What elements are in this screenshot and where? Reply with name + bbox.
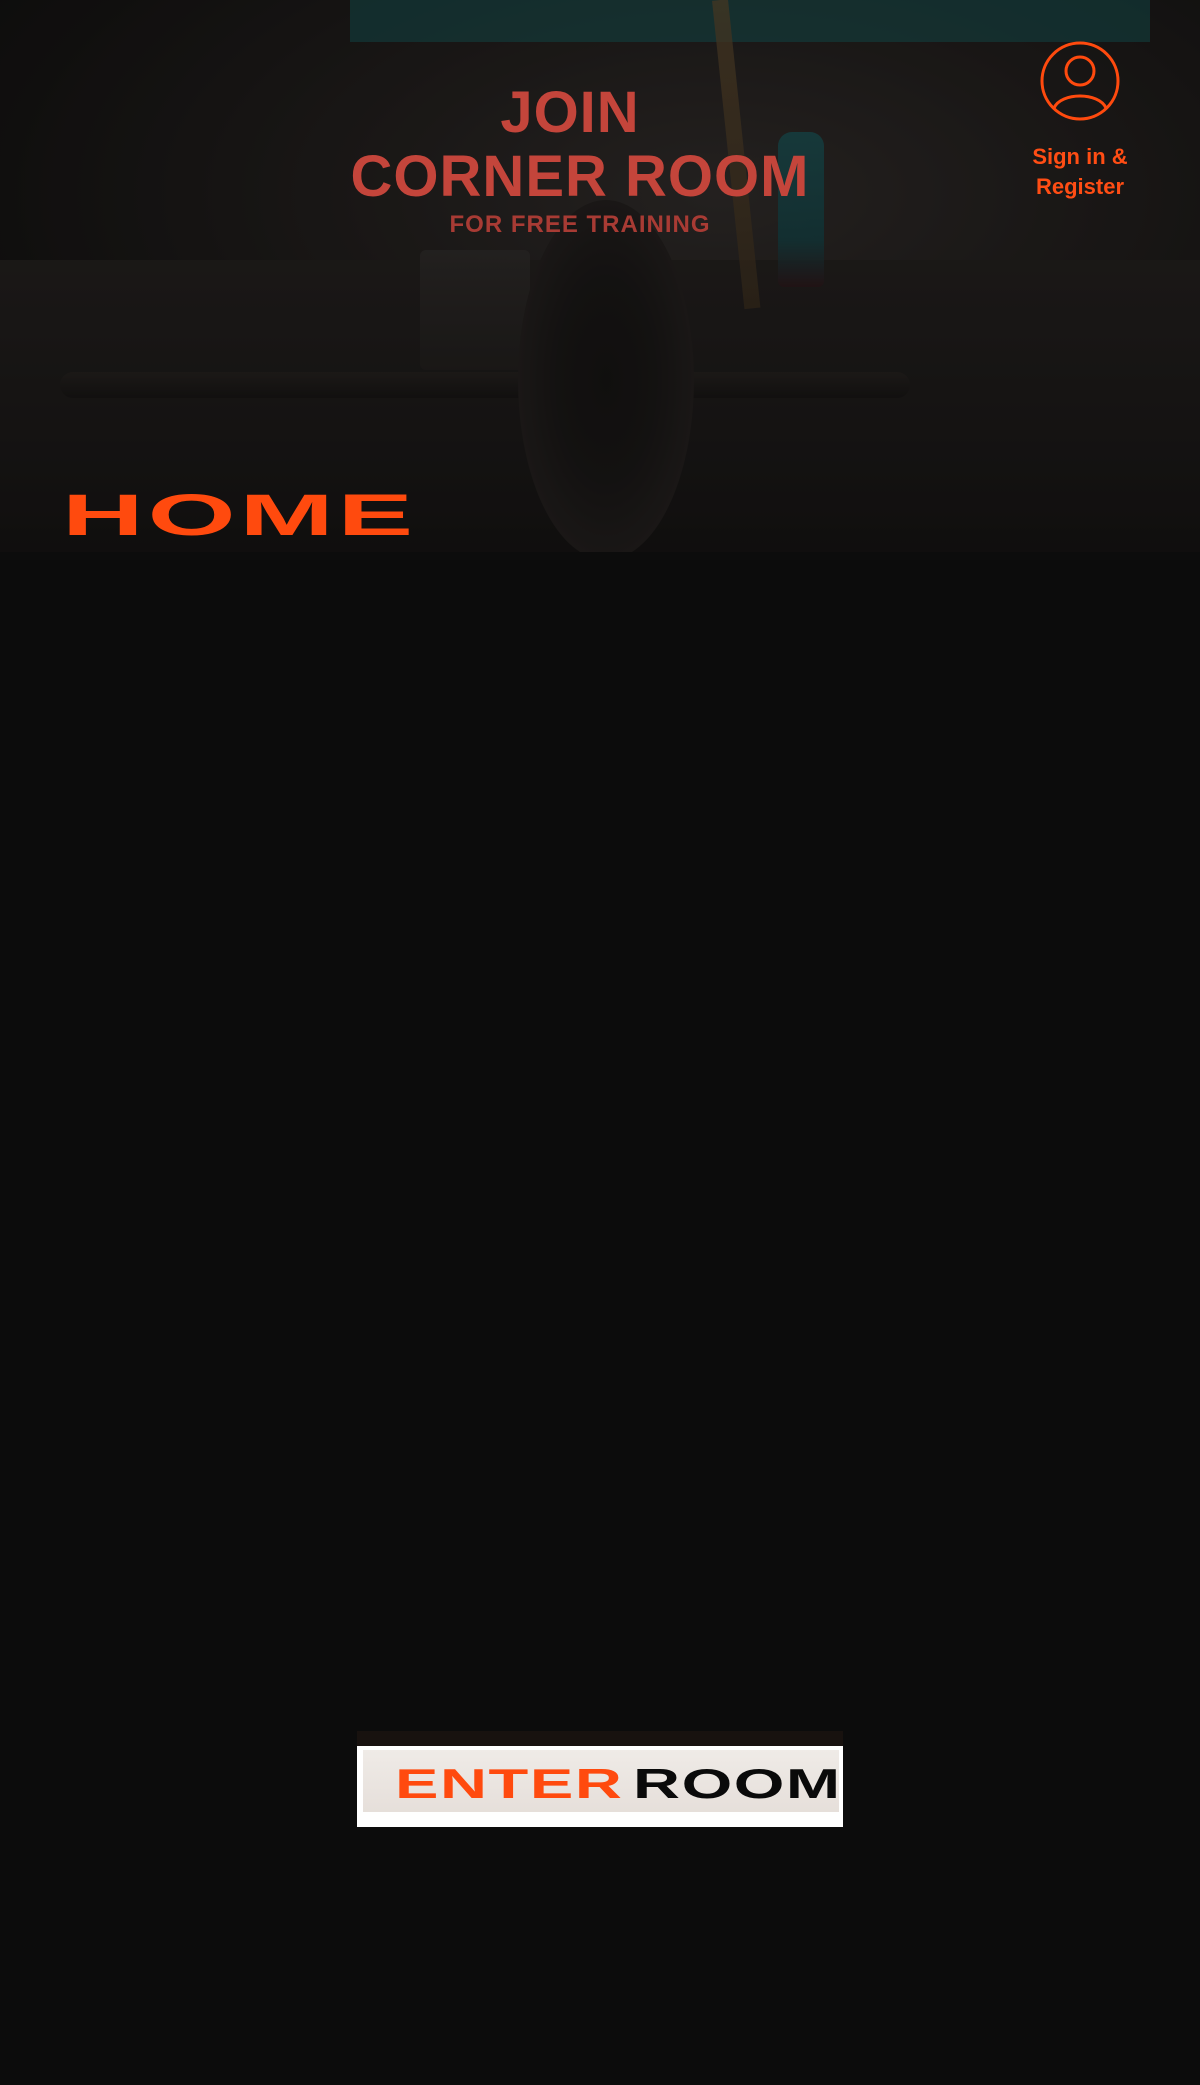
hero-banner: JOIN CORNER ROOM FOR FREE TRAINING Sign … <box>0 0 1200 552</box>
enter-room-button[interactable]: ENTER ROOM <box>357 1746 843 1827</box>
hero-title-line1: JOIN <box>500 80 640 145</box>
enter-room-word-room: ROOM <box>633 1760 842 1807</box>
hero-headline: JOIN CORNER ROOM FOR FREE TRAINING <box>350 82 810 240</box>
page: JOIN CORNER ROOM FOR FREE TRAINING Sign … <box>0 0 1200 2085</box>
hero-title-line2: CORNER ROOM <box>350 144 810 209</box>
user-circle-icon <box>1040 41 1120 121</box>
hero-subtitle: FOR FREE TRAINING <box>449 211 711 238</box>
sign-in-register-link[interactable]: Sign in & Register <box>1012 40 1148 202</box>
sign-in-register-label: Sign in & Register <box>1032 144 1128 199</box>
page-title: HOME <box>62 483 417 548</box>
enter-room-word-enter: ENTER <box>395 1760 624 1807</box>
